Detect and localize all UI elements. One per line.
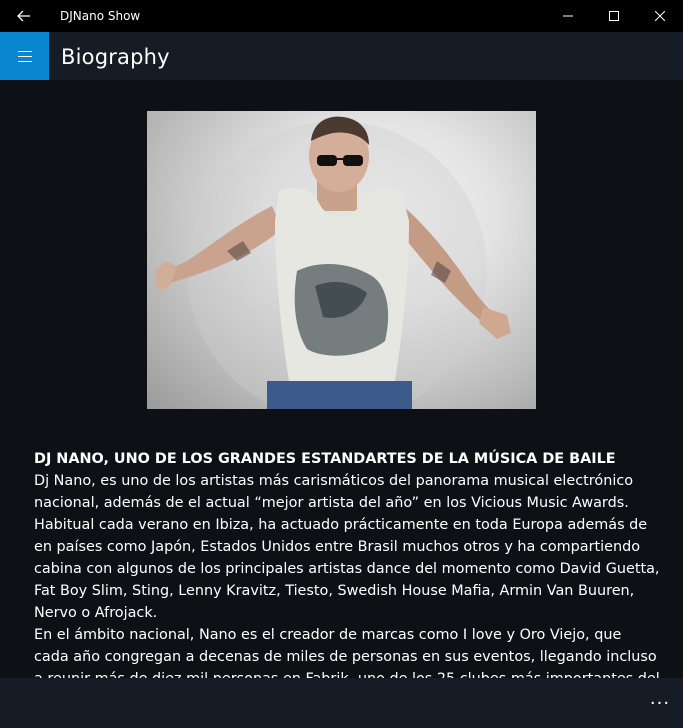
artist-photo-illustration bbox=[155, 116, 511, 409]
maximize-button[interactable] bbox=[591, 0, 637, 32]
biography-paragraph: Dj Nano, es uno de los artistas más cari… bbox=[34, 473, 660, 621]
more-options-button[interactable]: ··· bbox=[637, 678, 683, 728]
biography-paragraph: En el ámbito nacional, Nano es el creado… bbox=[34, 627, 660, 678]
close-icon bbox=[655, 11, 665, 21]
hamburger-icon bbox=[17, 50, 32, 62]
page-title: Biography bbox=[61, 45, 170, 69]
close-button[interactable] bbox=[637, 0, 683, 32]
app-window: DJNano Show Biography DJ NANO, UNO DE LO… bbox=[0, 0, 683, 728]
maximize-icon bbox=[609, 11, 619, 21]
title-bar: DJNano Show bbox=[0, 0, 683, 32]
minimize-icon bbox=[563, 15, 573, 17]
back-arrow-icon bbox=[17, 10, 30, 22]
window-title: DJNano Show bbox=[60, 9, 141, 23]
app-header: Biography bbox=[0, 32, 683, 80]
minimize-button[interactable] bbox=[545, 0, 591, 32]
bottom-app-bar: ··· bbox=[0, 678, 683, 728]
back-button[interactable] bbox=[0, 0, 48, 32]
biography-content[interactable]: DJ NANO, UNO DE LOS GRANDES ESTANDARTES … bbox=[0, 80, 683, 678]
biography-text: DJ NANO, UNO DE LOS GRANDES ESTANDARTES … bbox=[34, 448, 660, 678]
biography-heading: DJ NANO, UNO DE LOS GRANDES ESTANDARTES … bbox=[34, 451, 616, 467]
menu-button[interactable] bbox=[0, 32, 49, 80]
artist-photo bbox=[147, 111, 536, 409]
